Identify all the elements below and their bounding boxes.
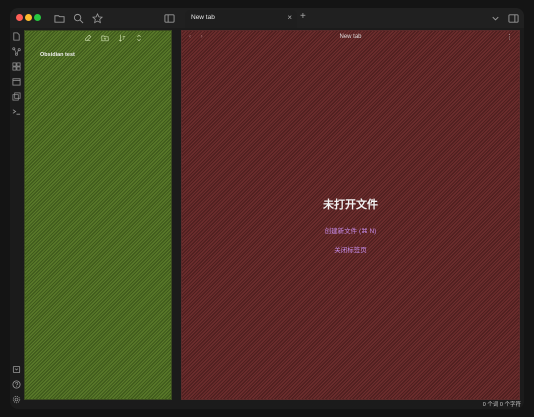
right-sidebar-icon[interactable]	[506, 11, 520, 25]
ribbon	[10, 28, 23, 409]
sort-icon[interactable]	[117, 33, 126, 42]
tab-close-button[interactable]: ×	[287, 13, 292, 23]
file-icon[interactable]	[11, 31, 22, 42]
view-menu-icon[interactable]: ⋮	[506, 33, 513, 41]
app-window: New tab × + Obsidian test ‹ › New tab ⋮ …	[10, 8, 524, 409]
vault-switcher-icon[interactable]	[11, 364, 22, 375]
chevron-down-icon[interactable]	[488, 11, 502, 25]
maximize-window-button[interactable]	[34, 14, 41, 21]
tab-new-tab[interactable]: New tab ×	[185, 10, 297, 28]
new-folder-icon[interactable]	[100, 33, 109, 42]
empty-state-title: 未打开文件	[323, 199, 378, 211]
view-title: New tab	[339, 34, 362, 40]
help-icon[interactable]	[11, 379, 22, 390]
explorer-toolbar	[83, 33, 143, 43]
tab-label: New tab	[191, 14, 215, 21]
new-tab-button[interactable]: +	[300, 11, 306, 23]
title-bar: New tab × +	[10, 8, 524, 28]
file-explorer-sidebar: Obsidian test	[24, 30, 172, 400]
calendar-icon[interactable]	[11, 76, 22, 87]
terminal-icon[interactable]	[11, 106, 22, 117]
copy-icon[interactable]	[11, 91, 22, 102]
graph-icon[interactable]	[11, 46, 22, 57]
status-bar-word-count: 0 个词 0 个字符	[482, 402, 521, 408]
close-window-button[interactable]	[16, 14, 23, 21]
minimize-window-button[interactable]	[25, 14, 32, 21]
star-icon[interactable]	[90, 11, 104, 25]
collapse-icon[interactable]	[134, 33, 143, 42]
folder-icon[interactable]	[52, 11, 66, 25]
settings-icon[interactable]	[11, 394, 22, 405]
sidebar-toggle-icon[interactable]	[162, 11, 176, 25]
vault-name[interactable]: Obsidian test	[40, 52, 75, 58]
create-file-link[interactable]: 创建新文件 (⌘ N)	[182, 225, 519, 235]
close-tab-link[interactable]: 关闭标签页	[182, 244, 519, 254]
search-icon[interactable]	[71, 11, 85, 25]
canvas-icon[interactable]	[11, 61, 22, 72]
main-editor-pane: ‹ › New tab ⋮ 未打开文件 创建新文件 (⌘ N) 关闭标签页	[181, 30, 520, 400]
new-note-icon[interactable]	[83, 33, 92, 42]
